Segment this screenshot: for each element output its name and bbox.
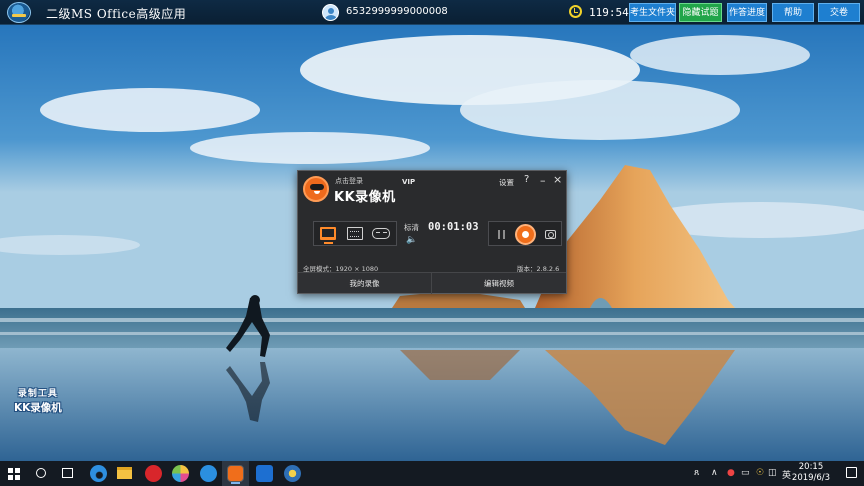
pause-icon[interactable] — [498, 230, 505, 239]
record-controls — [488, 221, 562, 246]
notifications-icon[interactable] — [846, 467, 857, 478]
pen-app-icon[interactable] — [256, 465, 273, 482]
record-timer: 00:01:03 — [428, 221, 479, 233]
exam-logo-icon — [7, 2, 31, 23]
watermark-line1: 录制工具 — [17, 389, 58, 399]
recorder-footer: 我的录像 编辑视频 — [298, 272, 566, 294]
help-icon[interactable]: ? — [524, 174, 529, 185]
kk-logo-icon[interactable] — [303, 176, 329, 202]
kk-recorder-taskbar-icon[interactable] — [227, 465, 244, 482]
exam-app-icon[interactable] — [284, 465, 301, 482]
help-button[interactable]: 帮助 — [772, 3, 814, 22]
fullscreen-mode-icon[interactable] — [320, 227, 336, 244]
exam-toolbar: 二级MS Office高级应用 6532999999000008 119:54 … — [0, 0, 864, 25]
settings-button[interactable]: 设置 — [499, 177, 514, 188]
login-link[interactable]: 点击登录 — [335, 176, 363, 186]
file-explorer-icon[interactable] — [117, 467, 132, 479]
my-recordings-button[interactable]: 我的录像 — [298, 273, 432, 294]
submit-exam-button[interactable]: 交卷 — [818, 3, 860, 22]
task-view-icon[interactable] — [62, 468, 73, 478]
close-button[interactable]: × — [553, 173, 562, 186]
record-mode-group — [313, 221, 397, 246]
tray-chevron-icon[interactable]: ∧ — [711, 468, 718, 478]
exam-title: 二级MS Office高级应用 — [46, 7, 187, 21]
answer-progress-button[interactable]: 作答进度 — [727, 3, 767, 22]
quality-selector[interactable]: 标清 — [404, 222, 419, 233]
kk-recorder-window[interactable]: 点击登录 VIP KK录像机 设置 ? – × 标清 🔈 00:01:03 全屏… — [297, 170, 567, 294]
minimize-button[interactable]: – — [540, 174, 546, 187]
remaining-time: 119:54 — [589, 6, 629, 19]
speaker-icon[interactable]: 🔈 — [406, 235, 417, 245]
clock-date: 2019/6/3 — [791, 473, 831, 483]
game-mode-icon[interactable] — [372, 228, 390, 239]
record-button[interactable] — [515, 224, 536, 245]
app-title: KK录像机 — [334, 190, 396, 205]
pinwheel-app-icon[interactable] — [172, 465, 189, 482]
security-icon[interactable]: ☉ — [756, 468, 764, 478]
screenshot-camera-icon[interactable] — [545, 230, 556, 239]
people-icon[interactable]: ጸ — [694, 468, 699, 478]
network-icon[interactable]: ◫ — [768, 468, 777, 478]
ie-browser-icon[interactable] — [200, 465, 217, 482]
battery-icon[interactable]: ▭ — [741, 468, 750, 478]
taskbar-clock[interactable]: 20:15 2019/6/3 — [783, 462, 839, 484]
tray-app-icon[interactable]: ● — [727, 468, 735, 478]
search-icon[interactable] — [36, 468, 46, 478]
windows-taskbar: ጸ ∧ ● ▭ ☉ ◫ 英 20:15 2019/6/3 — [0, 461, 864, 486]
music-app-icon[interactable] — [145, 465, 162, 482]
region-mode-icon[interactable] — [347, 227, 363, 240]
candidate-folder-button[interactable]: 考生文件夹 — [629, 3, 676, 22]
candidate-id: 6532999999000008 — [346, 6, 448, 17]
edit-video-button[interactable]: 编辑视频 — [432, 273, 566, 294]
vip-badge[interactable]: VIP — [402, 178, 415, 186]
clock-time: 20:15 — [798, 462, 824, 472]
clock-icon — [569, 5, 582, 18]
user-avatar-icon — [322, 4, 339, 21]
hide-questions-button[interactable]: 隐藏试题 — [679, 3, 722, 22]
recorder-watermark: 录制工具 KK录像机 — [14, 386, 62, 415]
edge-browser-icon[interactable] — [90, 465, 107, 482]
watermark-line2: KK录像机 — [14, 402, 62, 414]
start-button-icon[interactable] — [8, 468, 20, 480]
